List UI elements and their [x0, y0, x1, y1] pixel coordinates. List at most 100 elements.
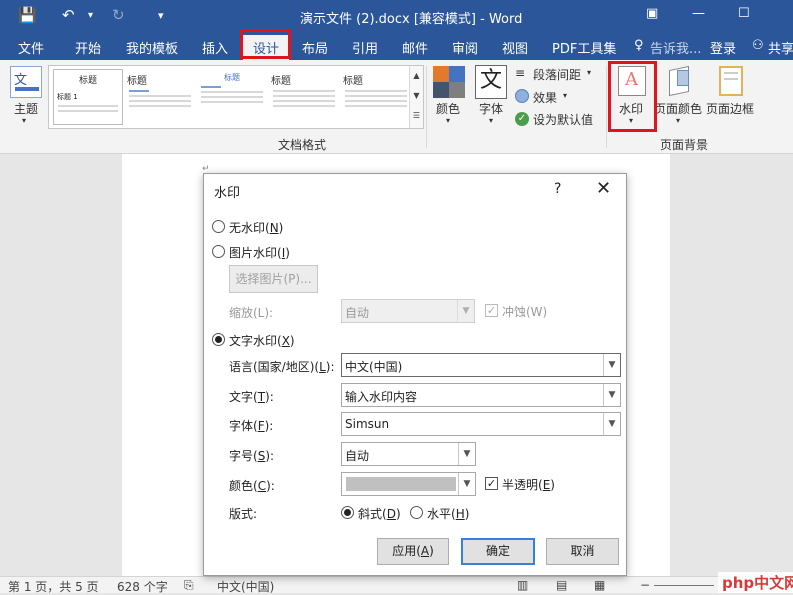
- lightbulb-icon: ♀: [634, 38, 644, 53]
- theme-label[interactable]: 主题: [14, 100, 38, 117]
- semitransparent-label[interactable]: 半透明(E): [502, 476, 555, 493]
- save-icon[interactable]: 💾: [18, 6, 37, 24]
- page-color-dropdown-icon: ▾: [676, 116, 681, 125]
- customize-toolbar-icon[interactable]: ▾: [158, 9, 164, 22]
- document-format-gallery: 标题 标题 1 标题 标题 标题 标题 ▲ ▼ ☰: [48, 65, 424, 129]
- fonts-icon[interactable]: 文: [475, 65, 507, 99]
- select-picture-button[interactable]: 选择图片(P)...: [229, 265, 318, 293]
- washout-checkbox[interactable]: ✓: [485, 304, 498, 317]
- page-bg-group-label: 页面背景: [660, 138, 709, 152]
- status-bar: 第 1 页，共 5 页 628 个字 ⎘ 中文(中国) ▥ ▤ ▦ −: [0, 576, 793, 595]
- page-count[interactable]: 第 1 页，共 5 页: [8, 578, 99, 595]
- tab-my-templates[interactable]: 我的模板: [126, 38, 178, 57]
- cancel-button[interactable]: 取消: [546, 538, 619, 565]
- colors-label[interactable]: 颜色: [436, 100, 460, 117]
- apply-button[interactable]: 应用(A): [377, 538, 449, 565]
- maximize-icon[interactable]: ☐: [738, 6, 750, 21]
- tab-view[interactable]: 视图: [502, 38, 528, 57]
- word-count[interactable]: 628 个字: [117, 578, 168, 595]
- gallery-down-icon: ▼: [413, 91, 420, 100]
- color-select[interactable]: ▼: [341, 472, 476, 496]
- fonts-dropdown-icon: ▾: [489, 116, 494, 125]
- ok-button[interactable]: 确定: [461, 538, 535, 565]
- page-color-icon[interactable]: [665, 65, 693, 97]
- text-watermark-label[interactable]: 文字水印(X): [229, 332, 295, 349]
- tab-references[interactable]: 引用: [352, 38, 378, 57]
- zoom-slider[interactable]: [654, 585, 714, 586]
- page-borders-button[interactable]: 页面边框: [706, 100, 754, 117]
- group-divider: [426, 66, 427, 148]
- undo-icon[interactable]: ↶: [62, 6, 75, 24]
- redo-icon[interactable]: ↻: [112, 6, 125, 24]
- horizontal-label[interactable]: 水平(H): [427, 505, 469, 522]
- tab-insert[interactable]: 插入: [202, 38, 228, 57]
- size-select[interactable]: 自动 ▼: [341, 442, 476, 466]
- watermark-icon[interactable]: A: [618, 66, 646, 96]
- tab-layout[interactable]: 布局: [302, 38, 328, 57]
- tab-file[interactable]: 文件: [18, 38, 44, 57]
- effects-dropdown-icon: ▾: [563, 91, 568, 100]
- colors-icon[interactable]: [433, 66, 465, 98]
- print-layout-icon[interactable]: ▤: [556, 578, 567, 592]
- font-select[interactable]: Simsun ▼: [341, 412, 621, 436]
- language-select[interactable]: 中文(中国) ▼: [341, 353, 621, 377]
- picture-watermark-label[interactable]: 图片水印(I): [229, 244, 290, 261]
- color-swatch: [346, 477, 456, 491]
- site-watermark: php中文网: [718, 572, 793, 593]
- zoom-out-icon[interactable]: −: [640, 578, 650, 592]
- page-borders-icon[interactable]: [719, 66, 743, 96]
- layout-label: 版式:: [229, 507, 258, 521]
- watermark-button[interactable]: 水印: [619, 100, 643, 117]
- diagonal-label[interactable]: 斜式(D): [358, 505, 401, 522]
- text-combobox[interactable]: 输入水印内容 ▼: [341, 383, 621, 407]
- theme-icon[interactable]: 文: [10, 66, 42, 98]
- horizontal-radio[interactable]: [410, 506, 423, 519]
- fonts-label[interactable]: 字体: [479, 100, 503, 117]
- washout-label[interactable]: 冲蚀(W): [502, 303, 547, 320]
- size-label: 字号(S):: [229, 449, 275, 463]
- gallery-scrollbar[interactable]: ▲ ▼ ☰: [409, 66, 423, 128]
- read-mode-icon[interactable]: ▥: [517, 578, 528, 592]
- style-thumbnail[interactable]: 标题: [269, 69, 339, 125]
- style-thumbnail[interactable]: 标题: [125, 69, 195, 125]
- tab-home[interactable]: 开始: [75, 38, 101, 57]
- page-color-button[interactable]: 页面颜色: [654, 100, 702, 117]
- style-thumbnail[interactable]: 标题: [341, 69, 411, 125]
- tab-mailings[interactable]: 邮件: [402, 38, 428, 57]
- scale-select[interactable]: 自动 ▼: [341, 299, 475, 323]
- login-link[interactable]: 登录: [710, 38, 736, 57]
- checkmark-icon: ✓: [515, 112, 529, 126]
- para-spacing-button[interactable]: 段落间距: [533, 66, 581, 83]
- web-layout-icon[interactable]: ▦: [594, 578, 605, 592]
- style-thumbnail[interactable]: 标题: [197, 69, 267, 125]
- watermark-dropdown-icon: ▾: [629, 116, 634, 125]
- share-icon[interactable]: ⚇: [752, 38, 764, 53]
- diagonal-radio[interactable]: [341, 506, 354, 519]
- gallery-more-icon: ☰: [412, 111, 421, 120]
- close-icon[interactable]: ✕: [596, 178, 611, 199]
- proofing-icon[interactable]: ⎘: [184, 578, 194, 593]
- tab-design[interactable]: 设计: [243, 35, 290, 60]
- text-label: 文字(T):: [229, 390, 274, 404]
- no-watermark-radio[interactable]: [212, 220, 225, 233]
- language-status[interactable]: 中文(中国): [217, 578, 274, 595]
- tab-pdf-tools[interactable]: PDF工具集: [552, 38, 616, 57]
- tell-me-box[interactable]: 告诉我...: [650, 38, 701, 57]
- title-bar: 💾 ↶ ▾ ↻ ▾ 演示文件 (2).docx [兼容模式] - Word ▣ …: [0, 0, 793, 32]
- no-watermark-label[interactable]: 无水印(N): [229, 219, 283, 236]
- style-thumbnail[interactable]: 标题 标题 1: [53, 69, 123, 125]
- semitransparent-checkbox[interactable]: ✓: [485, 477, 498, 490]
- font-label: 字体(F):: [229, 419, 274, 433]
- minimize-icon[interactable]: —: [692, 6, 705, 21]
- help-icon[interactable]: ?: [554, 181, 561, 197]
- share-button[interactable]: 共享: [768, 38, 793, 57]
- undo-dropdown-icon[interactable]: ▾: [88, 10, 93, 21]
- effects-button[interactable]: 效果: [533, 89, 557, 106]
- ribbon-tabs: 文件 开始 我的模板 插入 设计 布局 引用 邮件 审阅 视图 PDF工具集 ♀…: [0, 32, 793, 60]
- ribbon-display-icon[interactable]: ▣: [646, 6, 658, 21]
- picture-watermark-radio[interactable]: [212, 245, 225, 258]
- set-default-button[interactable]: 设为默认值: [533, 111, 593, 128]
- tab-review[interactable]: 审阅: [452, 38, 478, 57]
- chevron-down-icon: ▼: [603, 354, 620, 376]
- text-watermark-radio[interactable]: [212, 333, 225, 346]
